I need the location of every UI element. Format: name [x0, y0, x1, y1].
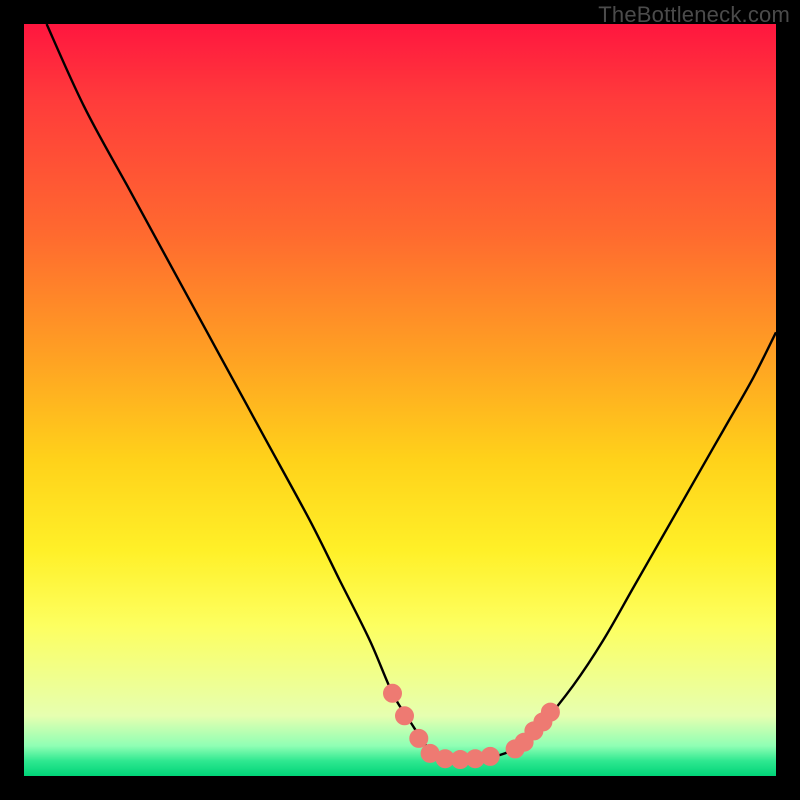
curve-marker	[410, 729, 428, 747]
bottleneck-curve	[47, 24, 776, 760]
curve-marker	[541, 703, 559, 721]
outer-frame: TheBottleneck.com	[0, 0, 800, 800]
marker-group	[384, 684, 560, 768]
curve-marker	[481, 747, 499, 765]
chart-svg	[24, 24, 776, 776]
curve-marker	[396, 707, 414, 725]
curve-marker	[384, 684, 402, 702]
watermark-text: TheBottleneck.com	[598, 2, 790, 28]
plot-area	[24, 24, 776, 776]
